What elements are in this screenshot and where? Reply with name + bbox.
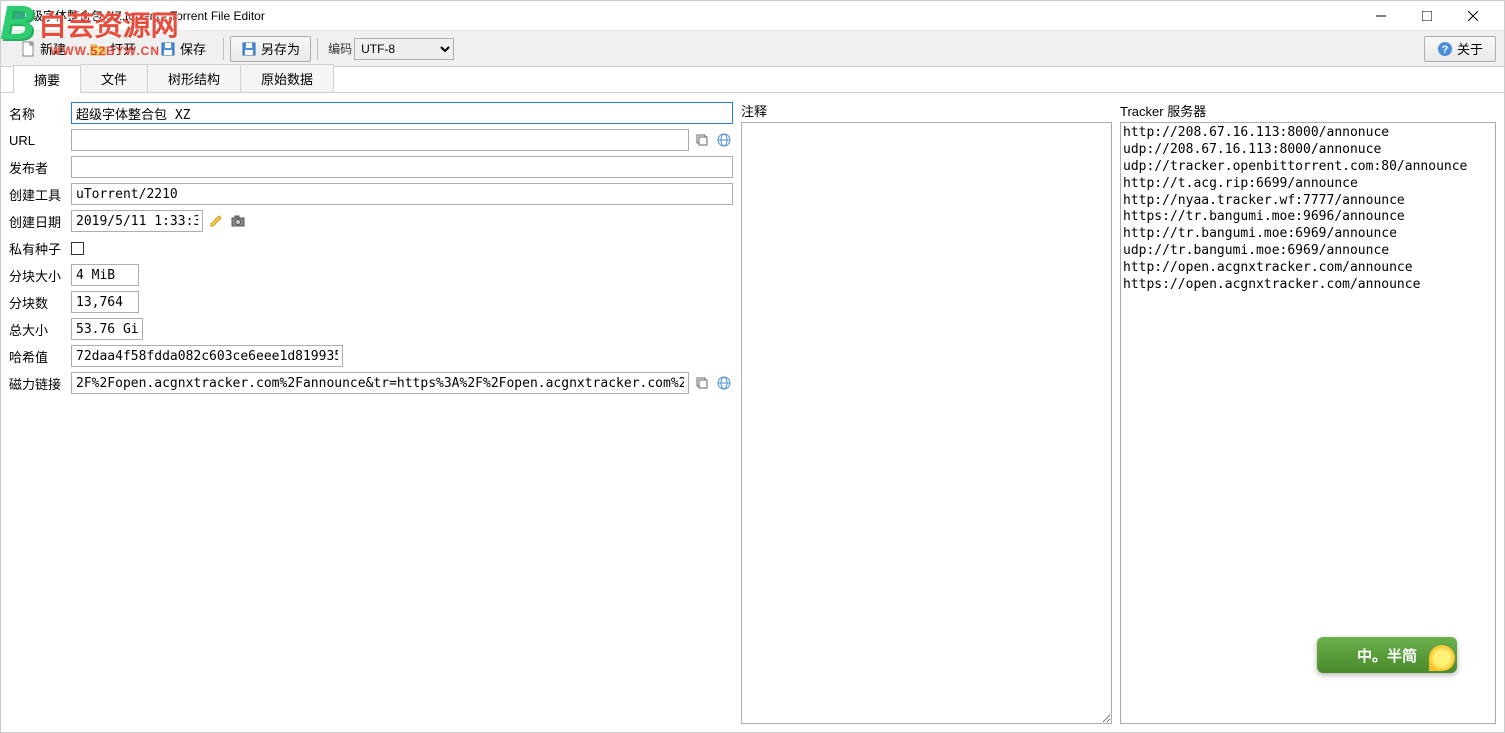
name-label: 名称 [9,104,67,123]
toolbar-separator [223,38,224,60]
magnet-label: 磁力链接 [9,374,67,393]
pieces-label: 分块数 [9,293,67,312]
pieces-input [71,291,139,313]
camera-button[interactable] [229,212,247,230]
open-button[interactable]: 打开 [79,36,147,62]
copy-url-button[interactable] [693,131,711,149]
piecesize-label: 分块大小 [9,266,67,285]
publisher-label: 发布者 [9,158,67,177]
createdby-label: 创建工具 [9,185,67,204]
url-input[interactable] [71,129,689,151]
toolbar: 新建 打开 保存 另存为 编码 UTF-8 ? 关于 [1,31,1504,67]
tab-summary[interactable]: 摘要 [13,65,81,93]
minimize-button[interactable] [1358,1,1404,31]
content-area: 名称 URL 发布者 创建工具 创建日期 [1,93,1504,732]
hash-label: 哈希值 [9,347,67,366]
hash-input [71,345,343,367]
app-icon [9,8,25,24]
encoding-select[interactable]: UTF-8 [354,38,454,60]
toolbar-separator [317,38,318,60]
maximize-button[interactable] [1404,1,1450,31]
tab-strip: 摘要 文件 树形结构 原始数据 [1,67,1504,93]
createdon-label: 创建日期 [9,212,67,231]
url-label: URL [9,133,67,148]
tab-tree[interactable]: 树形结构 [147,64,241,92]
comment-textarea[interactable] [741,122,1112,724]
close-button[interactable] [1450,1,1496,31]
titlebar: 级字体整合包 XZ.torrent - Torrent File Editor [1,1,1504,31]
private-checkbox[interactable] [71,242,84,255]
tab-files[interactable]: 文件 [80,64,148,92]
open-magnet-button[interactable] [715,374,733,392]
save-as-icon [241,41,257,57]
copy-magnet-button[interactable] [693,374,711,392]
tab-raw[interactable]: 原始数据 [240,64,334,92]
comment-panel: 注释 [741,101,1112,724]
folder-open-icon [90,41,106,57]
piecesize-input [71,264,139,286]
encoding-label: 编码 [328,40,352,57]
file-new-icon [20,41,36,57]
totalsize-input [71,318,143,340]
edit-date-button[interactable] [207,212,225,230]
help-icon: ? [1437,41,1453,57]
comment-label: 注释 [741,101,1112,120]
new-button[interactable]: 新建 [9,36,77,62]
tracker-panel: Tracker 服务器 http://208.67.16.113:8000/an… [1120,101,1496,724]
tracker-label: Tracker 服务器 [1120,101,1496,120]
window-title: 级字体整合包 XZ.torrent - Torrent File Editor [31,7,1358,24]
save-as-button[interactable]: 另存为 [230,36,311,62]
magnet-input [71,372,689,394]
name-input[interactable] [71,102,733,124]
tracker-textarea[interactable]: http://208.67.16.113:8000/annonuce udp:/… [1120,122,1496,724]
totalsize-label: 总大小 [9,320,67,339]
ime-indicator[interactable]: 中。半简 [1317,637,1457,673]
save-button[interactable]: 保存 [149,36,217,62]
svg-text:?: ? [1442,44,1449,56]
about-button[interactable]: ? 关于 [1424,36,1496,62]
app-window: B 白芸资源网 WWW.52BYW.CN 级字体整合包 XZ.torrent -… [0,0,1505,733]
save-icon [160,41,176,57]
flower-icon [1429,645,1455,671]
summary-panel: 名称 URL 发布者 创建工具 创建日期 [9,101,733,724]
open-url-button[interactable] [715,131,733,149]
createdby-input[interactable] [71,183,733,205]
private-label: 私有种子 [9,239,67,258]
publisher-input[interactable] [71,156,733,178]
createdon-input[interactable] [71,210,203,232]
